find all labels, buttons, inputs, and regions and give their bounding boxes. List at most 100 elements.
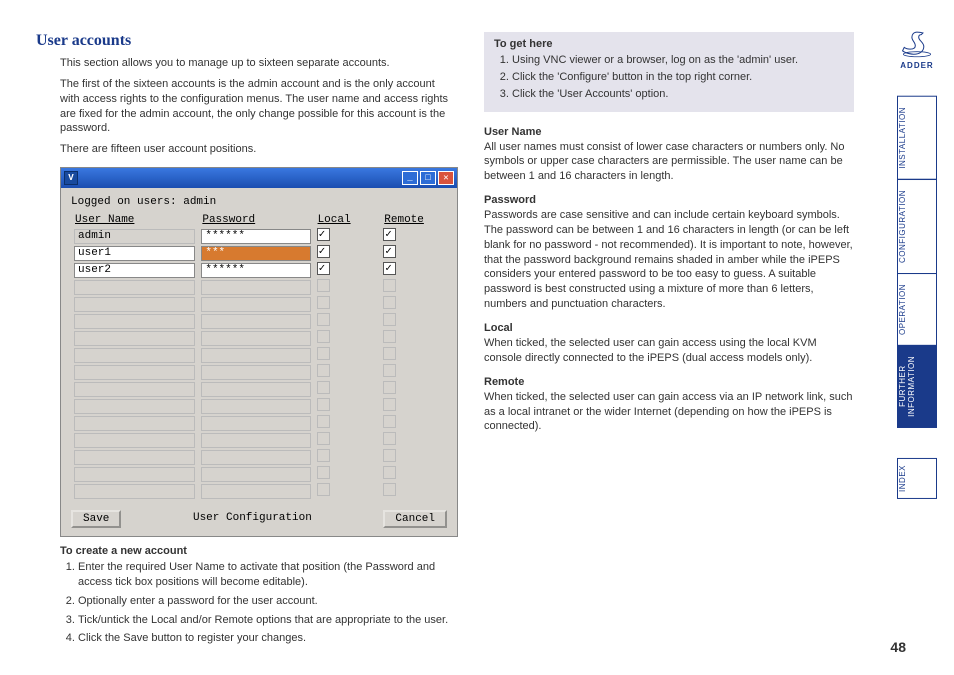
table-row [71,296,447,313]
password-input [201,450,310,465]
tab-further-information[interactable]: FURTHER INFORMATION [897,345,937,428]
username-input [74,484,195,499]
remote-checkbox [383,483,396,496]
table-row [71,279,447,296]
username-input [74,348,195,363]
password-input [201,331,310,346]
password-input [201,297,310,312]
to-get-here-heading: To get here [494,38,844,50]
table-row [71,347,447,364]
table-row [71,449,447,466]
remote-checkbox[interactable] [383,262,396,275]
table-row [71,313,447,330]
local-checkbox [317,449,330,462]
local-checkbox [317,330,330,343]
brand-text: ADDER [893,61,941,70]
create-account-steps: Enter the required User Name to activate… [60,560,456,646]
local-checkbox [317,398,330,411]
remote-checkbox [383,449,396,462]
logged-on-label: Logged on users: admin [71,196,447,208]
tab-operation[interactable]: OPERATION [897,273,937,346]
username-input [74,467,195,482]
maximize-button[interactable]: □ [420,171,436,185]
username-input [74,399,195,414]
password-input [201,365,310,380]
username-input[interactable]: user2 [74,263,195,278]
remote-checkbox [383,296,396,309]
remote-checkbox[interactable] [383,245,396,258]
remote-checkbox[interactable] [383,228,396,241]
local-checkbox [317,347,330,360]
page-title: User accounts [36,32,456,50]
intro-p1: This section allows you to manage up to … [60,56,456,71]
local-checkbox [317,313,330,326]
local-checkbox[interactable] [317,228,330,241]
field-username-body: All user names must consist of lower cas… [484,140,854,185]
password-input [201,280,310,295]
username-input[interactable]: admin [74,229,195,244]
username-input [74,314,195,329]
remote-checkbox [383,347,396,360]
field-local-title: Local [484,322,854,334]
username-input [74,450,195,465]
table-row [71,364,447,381]
password-input [201,399,310,414]
username-input[interactable]: user1 [74,246,195,261]
save-button[interactable]: Save [71,510,121,528]
togethere-step: Click the 'User Accounts' option. [512,87,844,102]
to-get-here-box: To get here Using VNC viewer or a browse… [484,32,854,112]
to-get-here-steps: Using VNC viewer or a browser, log on as… [494,53,844,102]
col-local: Local [314,214,381,228]
snake-icon [900,30,934,58]
tab-configuration[interactable]: CONFIGURATION [897,179,937,274]
password-input [201,314,310,329]
password-input [201,382,310,397]
create-step: Click the Save button to register your c… [78,631,456,646]
close-button[interactable]: ✕ [438,171,454,185]
field-password-title: Password [484,194,854,206]
table-row [71,381,447,398]
username-input [74,433,195,448]
password-input [201,416,310,431]
create-step: Tick/untick the Local and/or Remote opti… [78,613,456,628]
dialog-title: User Configuration [121,510,383,528]
local-checkbox [317,415,330,428]
minimize-button[interactable]: _ [402,171,418,185]
remote-checkbox [383,415,396,428]
tab-installation[interactable]: INSTALLATION [897,96,937,180]
table-row: user2 ****** [71,262,447,279]
tab-index[interactable]: INDEX [897,458,937,499]
user-config-dialog: V _ □ ✕ Logged on users: admin User Name [60,167,458,537]
table-row [71,466,447,483]
page-number: 48 [890,639,906,655]
local-checkbox [317,296,330,309]
password-input[interactable]: *** [201,246,310,261]
local-checkbox [317,483,330,496]
password-input [201,433,310,448]
remote-checkbox [383,398,396,411]
togethere-step: Using VNC viewer or a browser, log on as… [512,53,844,68]
field-local-body: When ticked, the selected user can gain … [484,336,854,366]
app-icon: V [64,171,78,185]
remote-checkbox [383,313,396,326]
remote-checkbox [383,432,396,445]
password-input[interactable]: ****** [201,263,310,278]
field-username-title: User Name [484,126,854,138]
table-row: user1 *** [71,245,447,262]
local-checkbox [317,466,330,479]
table-row [71,483,447,500]
username-input [74,365,195,380]
local-checkbox [317,279,330,292]
remote-checkbox [383,330,396,343]
cancel-button[interactable]: Cancel [383,510,447,528]
remote-checkbox [383,381,396,394]
local-checkbox[interactable] [317,245,330,258]
logged-on-value: admin [183,196,216,208]
password-input [201,467,310,482]
table-row [71,330,447,347]
username-input [74,382,195,397]
local-checkbox[interactable] [317,262,330,275]
intro-p3: There are fifteen user account positions… [60,142,456,157]
adder-logo: ADDER [893,30,941,70]
password-input[interactable]: ****** [201,229,310,244]
